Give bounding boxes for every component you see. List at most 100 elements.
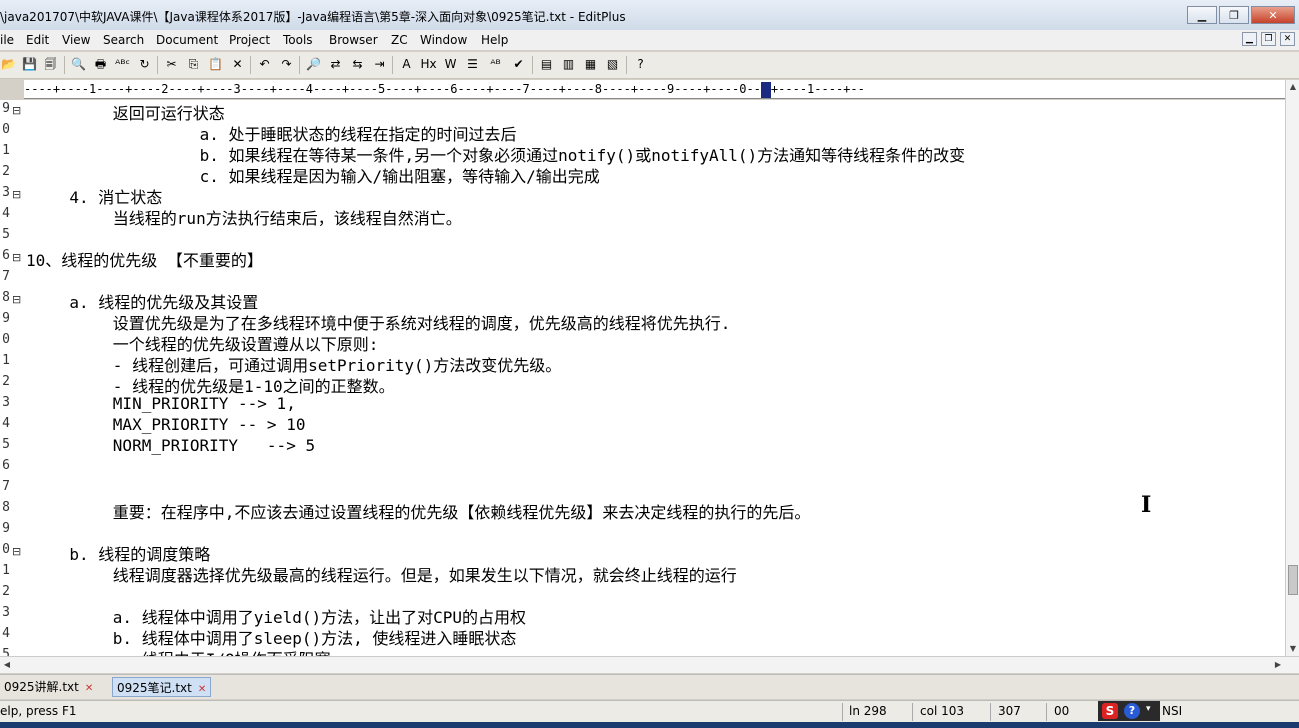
sogou-ime-icon[interactable]: S: [1102, 703, 1118, 719]
tab-0925-lecture[interactable]: 0925讲解.txt ✕: [0, 677, 97, 697]
editor-line[interactable]: 1 b. 如果线程在等待某一条件,另一个对象必须通过notify()或notify…: [0, 142, 1285, 165]
menu-tools[interactable]: Tools: [283, 33, 313, 47]
editor-line[interactable]: 0 ⊟ b. 线程的调度策略: [0, 541, 1285, 564]
editor-line[interactable]: 4 b. 线程体中调用了sleep()方法, 使线程进入睡眠状态: [0, 625, 1285, 648]
editor-line[interactable]: 8 重要：在程序中,不应该去通过设置线程的优先级【依赖线程优先级】来去决定线程的执…: [0, 499, 1285, 522]
help-icon[interactable]: ?: [1124, 703, 1140, 719]
replace-icon[interactable]: ⇄: [327, 56, 344, 73]
word-wrap-icon[interactable]: W: [442, 56, 459, 73]
redo-icon[interactable]: ↷: [278, 56, 295, 73]
menu-view[interactable]: View: [62, 33, 90, 47]
delete-icon[interactable]: ✕: [229, 56, 246, 73]
menu-project[interactable]: Project: [229, 33, 270, 47]
menu-help[interactable]: Help: [481, 33, 508, 47]
find-in-files-icon[interactable]: ⇆: [349, 56, 366, 73]
line-number: 1: [2, 563, 10, 578]
menu-window[interactable]: Window: [420, 33, 467, 47]
vertical-scrollbar[interactable]: ▲ ▼: [1285, 80, 1299, 656]
tab-close-icon[interactable]: ✕: [85, 683, 93, 694]
editor-line[interactable]: 2 c. 如果线程是因为输入/输出阻塞，等待输入/输出完成: [0, 163, 1285, 186]
editor-line[interactable]: 6: [0, 457, 1285, 478]
print-icon[interactable]: 🖶: [92, 56, 109, 73]
horizontal-scrollbar[interactable]: ◀ ▶: [0, 656, 1299, 673]
fold-toggle-icon[interactable]: ⊟: [12, 104, 21, 117]
fold-toggle-icon[interactable]: ⊟: [12, 545, 21, 558]
vertical-scroll-thumb[interactable]: [1288, 565, 1298, 595]
tab-close-icon[interactable]: ✕: [198, 684, 206, 695]
browser3-icon[interactable]: ▦: [582, 56, 599, 73]
check-icon[interactable]: ✔: [510, 56, 527, 73]
editor-line[interactable]: 3 a. 线程体中调用了yield()方法，让出了对CPU的占用权: [0, 604, 1285, 627]
save-all-icon[interactable]: 🗐: [42, 56, 59, 73]
fold-toggle-icon[interactable]: ⊟: [12, 251, 21, 264]
scroll-right-arrow-icon[interactable]: ▶: [1271, 657, 1285, 673]
editor-line[interactable]: 4 MAX_PRIORITY -- > 10: [0, 415, 1285, 436]
line-number: 2: [2, 584, 10, 599]
editor-line[interactable]: 9 ⊟ 返回可运行状态: [0, 100, 1285, 123]
editor-line[interactable]: 5 NORM_PRIORITY --> 5: [0, 436, 1285, 457]
browser4-icon[interactable]: ▧: [604, 56, 621, 73]
doc-minimize-button[interactable]: ▁: [1242, 32, 1257, 46]
doc-close-button[interactable]: ✕: [1280, 32, 1295, 46]
text-editor[interactable]: 9 ⊟ 返回可运行状态 0 a. 处于睡眠状态的线程在指定的时间过去后 1 b. 如果线程在…: [0, 100, 1285, 656]
spell-check-icon[interactable]: ᴬᴮᶜ: [114, 56, 131, 73]
minimize-button[interactable]: ▁: [1187, 6, 1217, 24]
paste-icon[interactable]: 📋: [207, 56, 224, 73]
doc-restore-button[interactable]: ❐: [1261, 32, 1276, 46]
fold-toggle-icon[interactable]: ⊟: [12, 293, 21, 306]
editor-line[interactable]: 9: [0, 520, 1285, 541]
line-numbers-icon[interactable]: ☰: [464, 56, 481, 73]
line-number: 0: [2, 332, 10, 347]
reload-icon[interactable]: ↻: [136, 56, 153, 73]
editor-line[interactable]: 3 MIN_PRIORITY --> 1,: [0, 394, 1285, 415]
toolbar-separator: [299, 56, 300, 74]
editor-line[interactable]: 2: [0, 583, 1285, 604]
cut-icon[interactable]: ✂: [163, 56, 180, 73]
menu-search[interactable]: Search: [103, 33, 144, 47]
copy-icon[interactable]: ⎘: [185, 56, 202, 73]
editor-line[interactable]: 9 设置优先级是为了在多线程环境中便于系统对线程的调度，优先级高的线程将优先执行.: [0, 310, 1285, 333]
editor-line[interactable]: 1- 线程创建后，可通过调用setPriority()方法改变优先级。: [0, 352, 1285, 375]
font-icon[interactable]: A: [398, 56, 415, 73]
line-number: 6: [2, 458, 10, 473]
editor-line[interactable]: 0 a. 处于睡眠状态的线程在指定的时间过去后: [0, 121, 1285, 144]
editor-line[interactable]: 3 ⊟ 4. 消亡状态: [0, 184, 1285, 207]
menu-edit[interactable]: Edit: [26, 33, 49, 47]
editor-line[interactable]: 7: [0, 478, 1285, 499]
fold-toggle-icon[interactable]: ⊟: [12, 188, 21, 201]
menu-zc[interactable]: ZC: [391, 33, 408, 47]
editor-line[interactable]: 8 ⊟ a. 线程的优先级及其设置: [0, 289, 1285, 312]
find-icon[interactable]: 🔎: [305, 56, 322, 73]
menu-file[interactable]: ile: [0, 33, 14, 47]
editor-line[interactable]: 5 c. 线程由于I/O操作而受阻塞: [0, 646, 1285, 656]
browser-icon[interactable]: ▤: [538, 56, 555, 73]
help-cursor-icon[interactable]: ?: [632, 56, 649, 73]
editor-line[interactable]: 0 一个线程的优先级设置遵从以下原则:: [0, 331, 1285, 354]
hex-icon[interactable]: Hx: [420, 56, 437, 73]
menu-document[interactable]: Document: [156, 33, 218, 47]
save-icon[interactable]: 💾: [21, 56, 38, 73]
menu-browser[interactable]: Browser: [329, 33, 378, 47]
maximize-button[interactable]: ❐: [1219, 6, 1249, 24]
editor-line[interactable]: 6 ⊟ 10、线程的优先级 【不重要的】: [0, 247, 1285, 270]
tab-0925-notes[interactable]: 0925笔记.txt ✕: [112, 677, 212, 697]
editor-line[interactable]: 2- 线程的优先级是1-10之间的正整数。: [0, 373, 1285, 396]
close-button[interactable]: ✕: [1251, 6, 1295, 24]
scroll-down-arrow-icon[interactable]: ▼: [1286, 642, 1299, 656]
scroll-up-arrow-icon[interactable]: ▲: [1286, 80, 1299, 94]
scroll-left-arrow-icon[interactable]: ◀: [0, 657, 14, 673]
status-char-code: 00: [1054, 704, 1070, 718]
print-preview-icon[interactable]: 🔍: [70, 56, 87, 73]
editor-line[interactable]: 1 线程调度器选择优先级最高的线程运行。但是，如果发生以下情况，就会终止线程的运行: [0, 562, 1285, 585]
editor-line[interactable]: 4 当线程的run方法执行结束后，该线程自然消亡。: [0, 205, 1285, 228]
tray-menu-icon[interactable]: ▾: [1146, 704, 1151, 714]
open-folder-icon[interactable]: 📂: [0, 56, 17, 73]
editor-line[interactable]: 7: [0, 268, 1285, 289]
editor-line[interactable]: 5: [0, 226, 1285, 247]
browser2-icon[interactable]: ▥: [560, 56, 577, 73]
undo-icon[interactable]: ↶: [256, 56, 273, 73]
line-number: 8: [2, 290, 10, 305]
column-icon[interactable]: ᴬᴮ: [487, 56, 504, 73]
goto-line-icon[interactable]: ⇥: [371, 56, 388, 73]
status-divider: [1046, 703, 1047, 721]
